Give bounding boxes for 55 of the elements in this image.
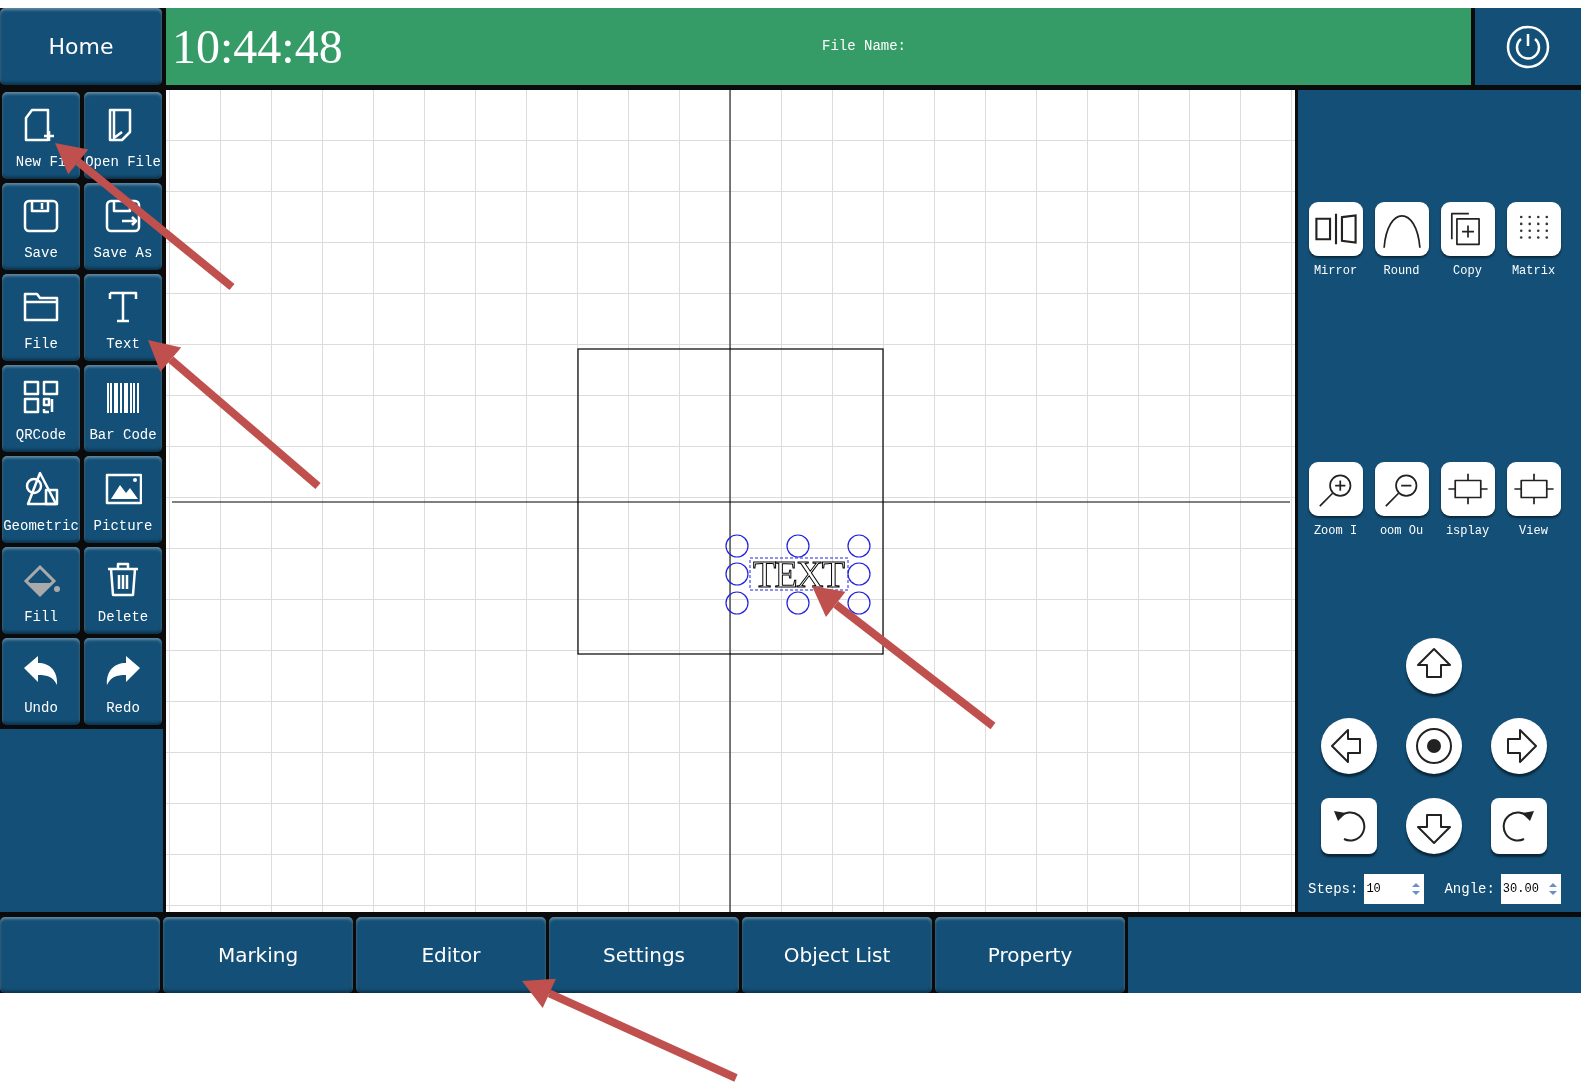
- tool-button[interactable]: [1440, 462, 1495, 516]
- tool-button[interactable]: QRCode: [2, 365, 80, 452]
- spin-up-icon[interactable]: [1411, 882, 1422, 888]
- spin-down-icon[interactable]: [1547, 890, 1558, 896]
- home-button[interactable]: Home: [0, 8, 162, 85]
- steps-label: Steps:: [1308, 879, 1359, 899]
- spin-up-icon[interactable]: [1547, 882, 1558, 888]
- move-button[interactable]: [1321, 718, 1377, 774]
- tab[interactable]: Property: [935, 917, 1125, 993]
- angle-field[interactable]: 30.00: [1500, 874, 1545, 904]
- steps-field[interactable]: 10: [1364, 874, 1409, 904]
- tool-label: Mirror: [1313, 263, 1358, 280]
- tool-button[interactable]: Fill: [2, 547, 80, 634]
- file-name-label: File Name:: [822, 37, 906, 56]
- tool-button[interactable]: Open File: [84, 92, 162, 179]
- tool-label: Copy: [1453, 263, 1482, 280]
- angle-label: Angle:: [1444, 879, 1495, 899]
- tab[interactable]: Object List: [742, 917, 932, 993]
- tool-label: Matrix: [1511, 263, 1556, 280]
- tool-button[interactable]: [1374, 202, 1429, 256]
- tool-button[interactable]: [1308, 462, 1363, 516]
- tool-label: isplay: [1445, 523, 1490, 540]
- tab[interactable]: Marking: [163, 917, 353, 993]
- power-button[interactable]: [1505, 23, 1551, 70]
- move-button[interactable]: [1406, 798, 1462, 854]
- tool-button[interactable]: Bar Code: [84, 365, 162, 452]
- rotate-button[interactable]: [1321, 798, 1377, 854]
- tool-button[interactable]: [1506, 202, 1561, 256]
- tool-button[interactable]: [1374, 462, 1429, 516]
- tool-label: oom Ou: [1379, 523, 1424, 540]
- tool-button[interactable]: [1308, 202, 1363, 256]
- tool-button[interactable]: [1440, 202, 1495, 256]
- tool-button[interactable]: Delete: [84, 547, 162, 634]
- tool-button[interactable]: Picture: [84, 456, 162, 543]
- move-button[interactable]: [1491, 718, 1547, 774]
- tool-button[interactable]: Save: [2, 183, 80, 270]
- tab[interactable]: Settings: [549, 917, 739, 993]
- tool-label: Round: [1383, 263, 1420, 280]
- tab[interactable]: Editor: [356, 917, 546, 993]
- center-button[interactable]: [1406, 718, 1462, 774]
- tool-button[interactable]: File: [2, 274, 80, 361]
- tool-label: View: [1519, 523, 1548, 540]
- spin-down-icon[interactable]: [1411, 890, 1422, 896]
- text-object[interactable]: TEXT: [753, 553, 845, 595]
- tool-button[interactable]: Text: [84, 274, 162, 361]
- selection-handles[interactable]: [725, 534, 871, 615]
- clock-time: 10:44:48: [172, 22, 344, 71]
- tool-button[interactable]: Redo: [84, 638, 162, 725]
- tool-button[interactable]: Geometric: [2, 456, 80, 543]
- tool-button[interactable]: Undo: [2, 638, 80, 725]
- move-button[interactable]: [1406, 638, 1462, 694]
- tool-button[interactable]: [1506, 462, 1561, 516]
- tool-button[interactable]: Save As: [84, 183, 162, 270]
- rotate-button[interactable]: [1491, 798, 1547, 854]
- tool-label: Zoom I: [1313, 523, 1358, 540]
